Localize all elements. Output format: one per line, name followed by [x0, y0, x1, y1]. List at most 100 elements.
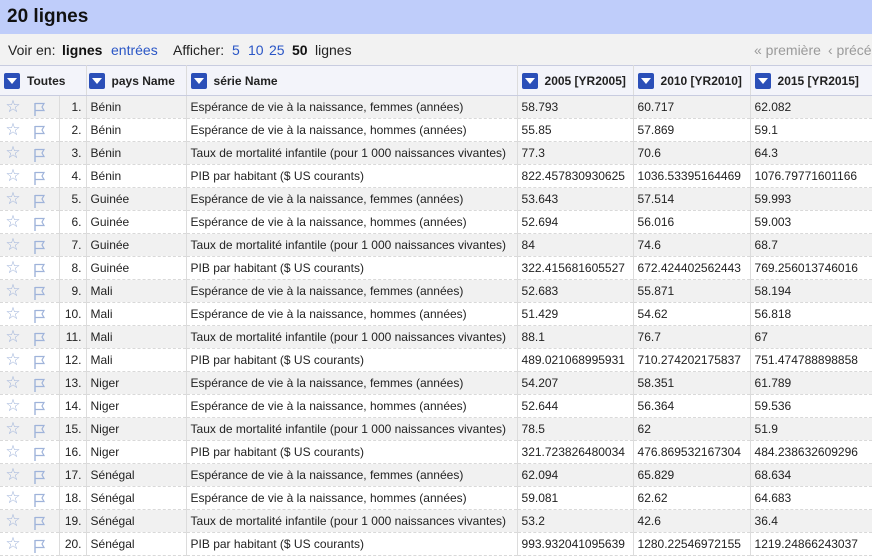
value-2010-cell[interactable]: 1280.22546972155 [633, 532, 751, 556]
country-cell[interactable]: Guinée [86, 210, 187, 234]
dropdown-arrow-icon[interactable] [4, 72, 20, 89]
value-2005-cell[interactable]: 77.3 [517, 141, 634, 165]
value-2005-cell[interactable]: 822.457830930625 [517, 164, 634, 188]
value-2015-cell[interactable]: 59.993 [750, 187, 872, 211]
series-cell[interactable]: Espérance de vie à la naissance, hommes … [186, 118, 518, 142]
column-header-2010[interactable]: 2010 [YR2010] [633, 65, 751, 96]
star-icon[interactable]: ☆ [4, 258, 22, 278]
value-2015-cell[interactable]: 56.818 [750, 302, 872, 326]
dropdown-arrow-icon[interactable] [521, 72, 538, 89]
country-cell[interactable]: Sénégal [86, 463, 187, 487]
dropdown-arrow-icon[interactable] [190, 72, 207, 89]
value-2005-cell[interactable]: 59.081 [517, 486, 634, 510]
series-cell[interactable]: Espérance de vie à la naissance, femmes … [186, 371, 518, 395]
series-cell[interactable]: PIB par habitant ($ US courants) [186, 440, 518, 464]
dropdown-arrow-icon[interactable] [637, 72, 654, 89]
flag-icon[interactable] [30, 446, 48, 462]
value-2015-cell[interactable]: 59.536 [750, 394, 872, 418]
country-cell[interactable]: Mali [86, 302, 187, 326]
column-header-series[interactable]: série Name [186, 65, 518, 96]
page-size-25[interactable]: 25 [269, 42, 285, 58]
value-2015-cell[interactable]: 67 [750, 325, 872, 349]
value-2010-cell[interactable]: 58.351 [633, 371, 751, 395]
page-size-5[interactable]: 5 [232, 42, 240, 58]
value-2005-cell[interactable]: 322.415681605527 [517, 256, 634, 280]
flag-icon[interactable] [30, 216, 48, 232]
value-2010-cell[interactable]: 76.7 [633, 325, 751, 349]
value-2015-cell[interactable]: 769.256013746016 [750, 256, 872, 280]
series-cell[interactable]: PIB par habitant ($ US courants) [186, 348, 518, 372]
value-2015-cell[interactable]: 61.789 [750, 371, 872, 395]
value-2005-cell[interactable]: 62.094 [517, 463, 634, 487]
star-icon[interactable]: ☆ [4, 534, 22, 554]
value-2005-cell[interactable]: 52.694 [517, 210, 634, 234]
view-records-link[interactable]: entrées [111, 42, 158, 58]
flag-icon[interactable] [30, 492, 48, 508]
star-icon[interactable]: ☆ [4, 97, 22, 117]
star-icon[interactable]: ☆ [4, 235, 22, 255]
star-icon[interactable]: ☆ [4, 120, 22, 140]
value-2010-cell[interactable]: 710.274202175837 [633, 348, 751, 372]
flag-icon[interactable] [30, 377, 48, 393]
series-cell[interactable]: PIB par habitant ($ US courants) [186, 256, 518, 280]
star-icon[interactable]: ☆ [4, 419, 22, 439]
flag-icon[interactable] [30, 423, 48, 439]
value-2010-cell[interactable]: 60.717 [633, 95, 751, 119]
column-header-country[interactable]: pays Name [86, 65, 187, 96]
flag-icon[interactable] [30, 170, 48, 186]
flag-icon[interactable] [30, 354, 48, 370]
value-2015-cell[interactable]: 751.474788898858 [750, 348, 872, 372]
value-2005-cell[interactable]: 53.643 [517, 187, 634, 211]
value-2010-cell[interactable]: 70.6 [633, 141, 751, 165]
country-cell[interactable]: Bénin [86, 164, 187, 188]
star-icon[interactable]: ☆ [4, 281, 22, 301]
value-2005-cell[interactable]: 58.793 [517, 95, 634, 119]
value-2010-cell[interactable]: 42.6 [633, 509, 751, 533]
flag-icon[interactable] [30, 101, 48, 117]
value-2010-cell[interactable]: 56.364 [633, 394, 751, 418]
series-cell[interactable]: Taux de mortalité infantile (pour 1 000 … [186, 509, 518, 533]
country-cell[interactable]: Sénégal [86, 532, 187, 556]
series-cell[interactable]: Taux de mortalité infantile (pour 1 000 … [186, 325, 518, 349]
country-cell[interactable]: Bénin [86, 141, 187, 165]
series-cell[interactable]: Taux de mortalité infantile (pour 1 000 … [186, 233, 518, 257]
series-cell[interactable]: Taux de mortalité infantile (pour 1 000 … [186, 417, 518, 441]
series-cell[interactable]: Espérance de vie à la naissance, femmes … [186, 95, 518, 119]
flag-icon[interactable] [30, 262, 48, 278]
value-2005-cell[interactable]: 52.644 [517, 394, 634, 418]
star-icon[interactable]: ☆ [4, 396, 22, 416]
series-cell[interactable]: PIB par habitant ($ US courants) [186, 532, 518, 556]
star-icon[interactable]: ☆ [4, 327, 22, 347]
star-icon[interactable]: ☆ [4, 442, 22, 462]
value-2010-cell[interactable]: 65.829 [633, 463, 751, 487]
series-cell[interactable]: Espérance de vie à la naissance, femmes … [186, 187, 518, 211]
flag-icon[interactable] [30, 515, 48, 531]
dropdown-arrow-icon[interactable] [88, 72, 105, 89]
country-cell[interactable]: Guinée [86, 256, 187, 280]
value-2005-cell[interactable]: 52.683 [517, 279, 634, 303]
flag-icon[interactable] [30, 538, 48, 554]
value-2005-cell[interactable]: 78.5 [517, 417, 634, 441]
series-cell[interactable]: PIB par habitant ($ US courants) [186, 164, 518, 188]
value-2005-cell[interactable]: 53.2 [517, 509, 634, 533]
value-2015-cell[interactable]: 36.4 [750, 509, 872, 533]
series-cell[interactable]: Espérance de vie à la naissance, hommes … [186, 394, 518, 418]
value-2005-cell[interactable]: 489.021068995931 [517, 348, 634, 372]
series-cell[interactable]: Taux de mortalité infantile (pour 1 000 … [186, 141, 518, 165]
value-2005-cell[interactable]: 321.723826480034 [517, 440, 634, 464]
star-icon[interactable]: ☆ [4, 488, 22, 508]
star-icon[interactable]: ☆ [4, 143, 22, 163]
star-icon[interactable]: ☆ [4, 212, 22, 232]
series-cell[interactable]: Espérance de vie à la naissance, hommes … [186, 486, 518, 510]
value-2005-cell[interactable]: 993.932041095639 [517, 532, 634, 556]
first-page-link[interactable]: « première [754, 42, 821, 58]
column-header-2015[interactable]: 2015 [YR2015] [750, 65, 872, 96]
star-icon[interactable]: ☆ [4, 304, 22, 324]
value-2010-cell[interactable]: 54.62 [633, 302, 751, 326]
star-icon[interactable]: ☆ [4, 189, 22, 209]
flag-icon[interactable] [30, 308, 48, 324]
column-header-all[interactable]: Toutes [0, 65, 87, 96]
country-cell[interactable]: Guinée [86, 233, 187, 257]
country-cell[interactable]: Bénin [86, 118, 187, 142]
value-2015-cell[interactable]: 1219.24866243037 [750, 532, 872, 556]
